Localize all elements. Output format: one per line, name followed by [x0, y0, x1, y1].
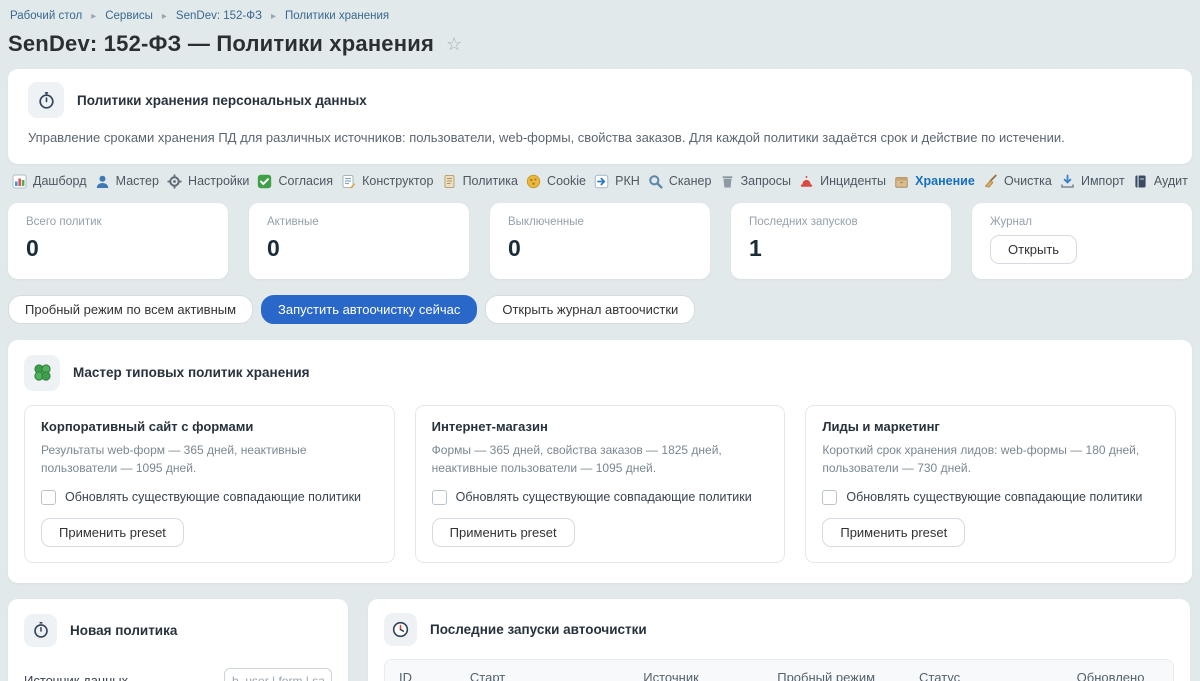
tab-import[interactable]: Импорт [1060, 174, 1125, 189]
banner-title: Политики хранения персональных данных [77, 93, 367, 108]
banner-description: Управление сроками хранения ПД для разли… [28, 129, 1172, 148]
page: Рабочий стол ▸ Сервисы ▸ SenDev: 152-ФЗ … [0, 0, 1200, 681]
update-existing-checkbox[interactable] [822, 490, 837, 505]
stat-disabled: Выключенные 0 [490, 203, 710, 279]
tab-cookie[interactable]: Cookie [526, 174, 586, 189]
breadcrumb-separator-icon: ▸ [271, 11, 276, 22]
tab-master[interactable]: Мастер [95, 174, 159, 189]
tab-bar: Дашборд Мастер Настройки Согласия Констр… [8, 174, 1192, 189]
cookie-icon [526, 174, 541, 189]
wizard-title: Мастер типовых политик хранения [73, 365, 310, 380]
stopwatch-icon [28, 82, 64, 118]
export-arrow-icon [594, 174, 609, 189]
broom-icon [983, 174, 998, 189]
tab-policy[interactable]: Политика [442, 174, 518, 189]
runs-table: ID Старт Источник Пробный режим Статус О… [384, 659, 1174, 681]
actions-row: Пробный режим по всем активным Запустить… [8, 295, 1192, 324]
stat-recent-runs: Последних запусков 1 [731, 203, 951, 279]
data-source-input[interactable] [224, 668, 332, 681]
check-square-icon [257, 174, 272, 189]
recent-runs-card: Последние запуски автоочистки ID Старт И… [368, 599, 1190, 681]
import-arrow-icon [1060, 174, 1075, 189]
run-autocleanup-button[interactable]: Запустить автоочистку сейчас [261, 295, 477, 324]
tab-cleanup[interactable]: Очистка [983, 174, 1052, 189]
clock-icon [384, 613, 417, 646]
breadcrumb-separator-icon: ▸ [162, 11, 167, 22]
stat-value: 1 [749, 235, 933, 262]
stat-value: 0 [508, 235, 692, 262]
tab-audit[interactable]: Аудит [1133, 174, 1188, 189]
breadcrumb-item[interactable]: Рабочий стол [10, 10, 82, 22]
gear-icon [167, 174, 182, 189]
preset-card-leads: Лиды и маркетинг Короткий срок хранения … [805, 405, 1176, 563]
tab-scanner[interactable]: Сканер [648, 174, 712, 189]
open-autocleanup-journal-button[interactable]: Открыть журнал автоочистки [485, 295, 695, 324]
magnifier-icon [648, 174, 663, 189]
alarm-icon [799, 174, 814, 189]
new-policy-title: Новая политика [70, 623, 177, 638]
tab-constructor[interactable]: Конструктор [341, 174, 433, 189]
tab-settings[interactable]: Настройки [167, 174, 249, 189]
stat-value: 0 [267, 235, 451, 262]
tab-dashboard[interactable]: Дашборд [12, 174, 87, 189]
scroll-icon [442, 174, 457, 189]
preset-card-corporate: Корпоративный сайт с формами Результаты … [24, 405, 395, 563]
apply-preset-button[interactable]: Применить preset [41, 518, 184, 547]
open-journal-button[interactable]: Открыть [990, 235, 1077, 264]
wizard-card: Мастер типовых политик хранения Корпорат… [8, 340, 1192, 583]
trash-icon [720, 174, 735, 189]
update-existing-checkbox[interactable] [432, 490, 447, 505]
table-header-row: ID Старт Источник Пробный режим Статус О… [385, 660, 1173, 681]
apply-preset-button[interactable]: Применить preset [822, 518, 965, 547]
stat-total-policies: Всего политик 0 [8, 203, 228, 279]
breadcrumb-item[interactable]: Сервисы [105, 10, 153, 22]
tab-storage[interactable]: Хранение [894, 174, 975, 189]
preset-card-shop: Интернет-магазин Формы — 365 дней, свойс… [415, 405, 786, 563]
book-icon [1133, 174, 1148, 189]
new-policy-form: Источник данных Тип сущности [24, 657, 332, 681]
tab-incidents[interactable]: Инциденты [799, 174, 886, 189]
tab-consents[interactable]: Согласия [257, 174, 333, 189]
apply-preset-button[interactable]: Применить preset [432, 518, 575, 547]
trial-mode-button[interactable]: Пробный режим по всем активным [8, 295, 253, 324]
recent-runs-title: Последние запуски автоочистки [430, 622, 647, 637]
box-icon [894, 174, 909, 189]
stat-value: 0 [26, 235, 210, 262]
banner-card: Политики хранения персональных данных Уп… [8, 69, 1192, 164]
breadcrumb-item[interactable]: SenDev: 152-ФЗ [176, 10, 262, 22]
constructor-icon [341, 174, 356, 189]
stat-active: Активные 0 [249, 203, 469, 279]
tab-requests[interactable]: Запросы [720, 174, 791, 189]
stats-row: Всего политик 0 Активные 0 Выключенные 0… [8, 203, 1192, 279]
preset-cards: Корпоративный сайт с формами Результаты … [24, 405, 1176, 563]
data-source-label: Источник данных [24, 673, 128, 681]
puzzle-clover-icon [24, 355, 60, 391]
dashboard-icon [12, 174, 27, 189]
page-title: SenDev: 152-ФЗ — Политики хранения [8, 31, 434, 57]
user-icon [95, 174, 110, 189]
stopwatch-icon [24, 614, 57, 647]
breadcrumb: Рабочий стол ▸ Сервисы ▸ SenDev: 152-ФЗ … [8, 6, 1192, 24]
star-icon[interactable]: ☆ [446, 34, 462, 55]
update-existing-checkbox[interactable] [41, 490, 56, 505]
stat-journal: Журнал Открыть [972, 203, 1192, 279]
breadcrumb-separator-icon: ▸ [91, 11, 96, 22]
tab-rkn[interactable]: РКН [594, 174, 640, 189]
new-policy-card: Новая политика Источник данных Тип сущно… [8, 599, 348, 681]
breadcrumb-item[interactable]: Политики хранения [285, 10, 389, 22]
